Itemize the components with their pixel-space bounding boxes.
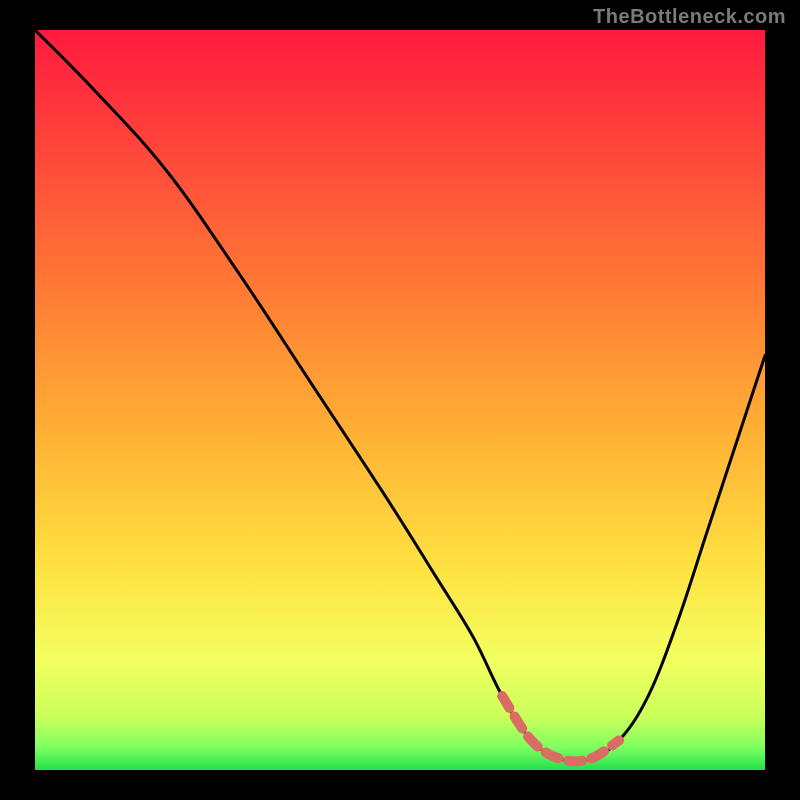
plot-background	[35, 30, 765, 770]
bottleneck-chart	[0, 0, 800, 800]
watermark-text: TheBottleneck.com	[593, 6, 786, 29]
chart-root: TheBottleneck.com	[0, 0, 800, 800]
